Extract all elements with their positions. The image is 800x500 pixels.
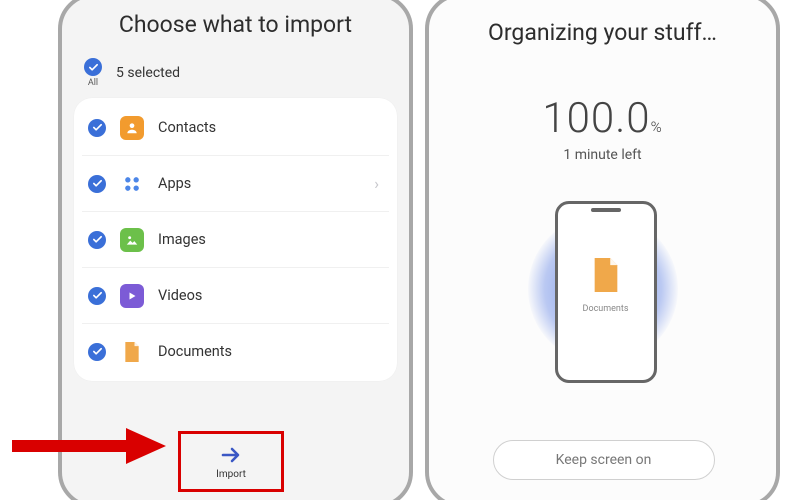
page-title: Choose what to import — [62, 11, 409, 38]
list-item[interactable]: Documents — [82, 324, 389, 379]
percent-value: 100.0 — [542, 94, 650, 143]
selection-summary-row: All 5 selected — [62, 58, 409, 98]
check-icon[interactable] — [88, 231, 106, 249]
documents-icon — [120, 340, 144, 364]
power-button — [58, 197, 59, 232]
import-label: Import — [216, 469, 246, 480]
item-label: Images — [158, 231, 383, 248]
images-icon — [120, 228, 144, 252]
import-items-card: Contacts Apps › Images Videos — [74, 98, 397, 381]
list-item[interactable]: Apps › — [82, 156, 389, 212]
phone-import-selection: Choose what to import All 5 selected Con… — [58, 0, 413, 500]
time-remaining: 1 minute left — [429, 147, 776, 163]
contacts-icon — [120, 116, 144, 140]
page-title: Organizing your stuff… — [429, 19, 776, 46]
chevron-right-icon: › — [374, 174, 379, 193]
transfer-illustration: Documents — [513, 189, 693, 389]
check-icon[interactable] — [88, 343, 106, 361]
import-button[interactable]: Import — [178, 431, 284, 492]
videos-icon — [120, 284, 144, 308]
list-item[interactable]: Images — [82, 212, 389, 268]
item-label: Documents — [158, 343, 383, 360]
item-label: Apps — [158, 175, 374, 192]
check-icon[interactable] — [88, 119, 106, 137]
volume-up-button — [58, 57, 59, 112]
volume-down-button — [779, 122, 780, 177]
check-icon[interactable] — [88, 287, 106, 305]
speaker-notch — [591, 208, 621, 212]
check-icon[interactable] — [88, 175, 106, 193]
apps-icon — [120, 172, 144, 196]
current-item-label: Documents — [558, 304, 654, 314]
volume-up-button — [779, 57, 780, 112]
arrow-right-icon — [219, 443, 243, 467]
percent-unit: % — [651, 118, 663, 136]
device-outline: Documents — [555, 201, 657, 383]
power-button — [779, 197, 780, 232]
list-item[interactable]: Videos — [82, 268, 389, 324]
select-all-toggle[interactable]: All — [84, 58, 102, 88]
keep-screen-on-button[interactable]: Keep screen on — [493, 440, 715, 480]
item-label: Contacts — [158, 119, 383, 136]
selected-count: 5 selected — [116, 65, 180, 81]
documents-icon — [589, 254, 623, 300]
check-icon — [84, 58, 102, 76]
list-item[interactable]: Contacts — [82, 100, 389, 156]
progress-percent: 100.0% — [429, 94, 776, 143]
item-label: Videos — [158, 287, 383, 304]
volume-down-button — [58, 122, 59, 177]
phone-organizing: Organizing your stuff… 100.0% 1 minute l… — [425, 0, 780, 500]
select-all-label: All — [88, 78, 98, 88]
